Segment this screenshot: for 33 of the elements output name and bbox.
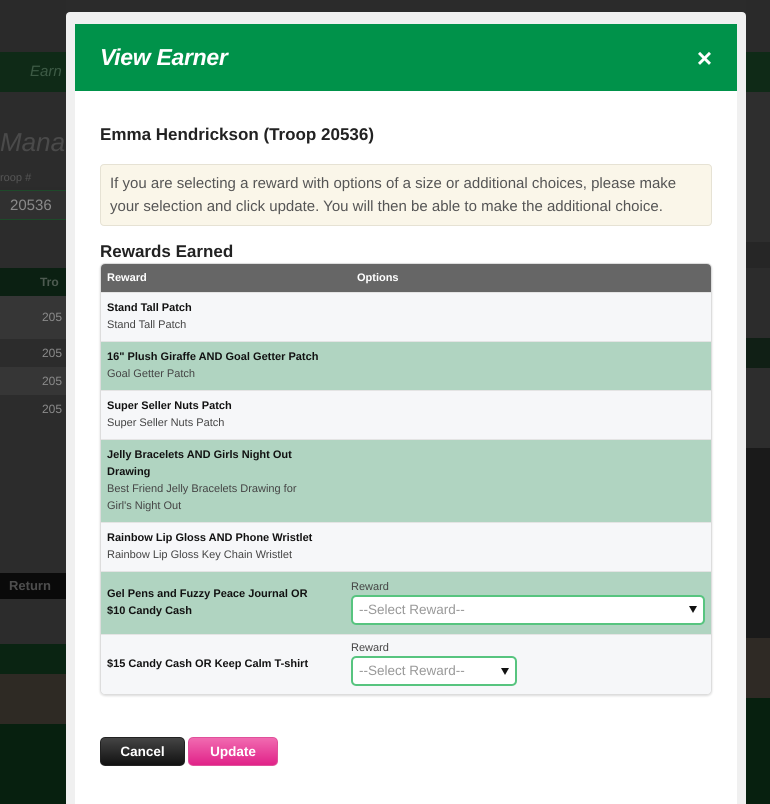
section-title: Rewards Earned <box>100 241 234 264</box>
column-header: Tro <box>40 274 59 288</box>
table-cell: 205 <box>42 402 62 416</box>
close-button[interactable]: × <box>692 44 712 70</box>
caret-icon <box>501 668 509 675</box>
reward-name: Gel Pens and Fuzzy Peace Journal OR $10 Candy Cash <box>107 587 309 620</box>
table-cell: 205 <box>42 374 62 388</box>
reward-detail: Best Friend Jelly Bracelets Drawing for Girl's Night Out <box>107 482 298 514</box>
reward-detail: Goal Getter Patch <box>107 367 196 382</box>
reward-name: $15 Candy Cash OR Keep Calm T-shirt <box>107 657 310 672</box>
reward-name: 16" Plush Giraffe AND Goal Getter Patch <box>107 350 320 366</box>
reward-name: Stand Tall Patch <box>107 301 193 316</box>
dialog-title: View Earner <box>100 44 228 72</box>
cancel-button[interactable]: Cancel <box>100 737 185 766</box>
field-label: Reward <box>351 580 390 595</box>
column-header: Options <box>356 271 400 286</box>
reward-detail: Stand Tall Patch <box>107 318 188 334</box>
caret-icon <box>689 606 697 614</box>
earner-heading: Emma Hendrickson (Troop 20536) <box>100 125 375 146</box>
troop-field[interactable]: 20536 <box>0 190 66 220</box>
field-label: Reward <box>351 641 390 656</box>
column-header: Reward <box>106 271 148 286</box>
reward-detail: Super Seller Nuts Patch <box>107 416 226 432</box>
update-button[interactable]: Update <box>188 737 278 766</box>
reward-select[interactable]: --Select Reward-- <box>351 656 517 686</box>
table-cell: 205 <box>42 346 62 360</box>
table-cell: 205 <box>42 310 62 324</box>
reward-name: Rainbow Lip Gloss AND Phone Wristlet <box>107 531 314 546</box>
reward-name: Super Seller Nuts Patch <box>107 399 233 414</box>
reward-name: Jelly Bracelets AND Girls Night Out Drawing <box>107 448 293 480</box>
notice-message: If you are selecting a reward with options of a size or additional choices, please make your selection and click update. You will then be able to make the additional choice. <box>100 164 712 226</box>
reward-select[interactable]: --Select Reward-- <box>351 594 705 625</box>
reward-detail: Rainbow Lip Gloss Key Chain Wristlet <box>107 548 294 564</box>
